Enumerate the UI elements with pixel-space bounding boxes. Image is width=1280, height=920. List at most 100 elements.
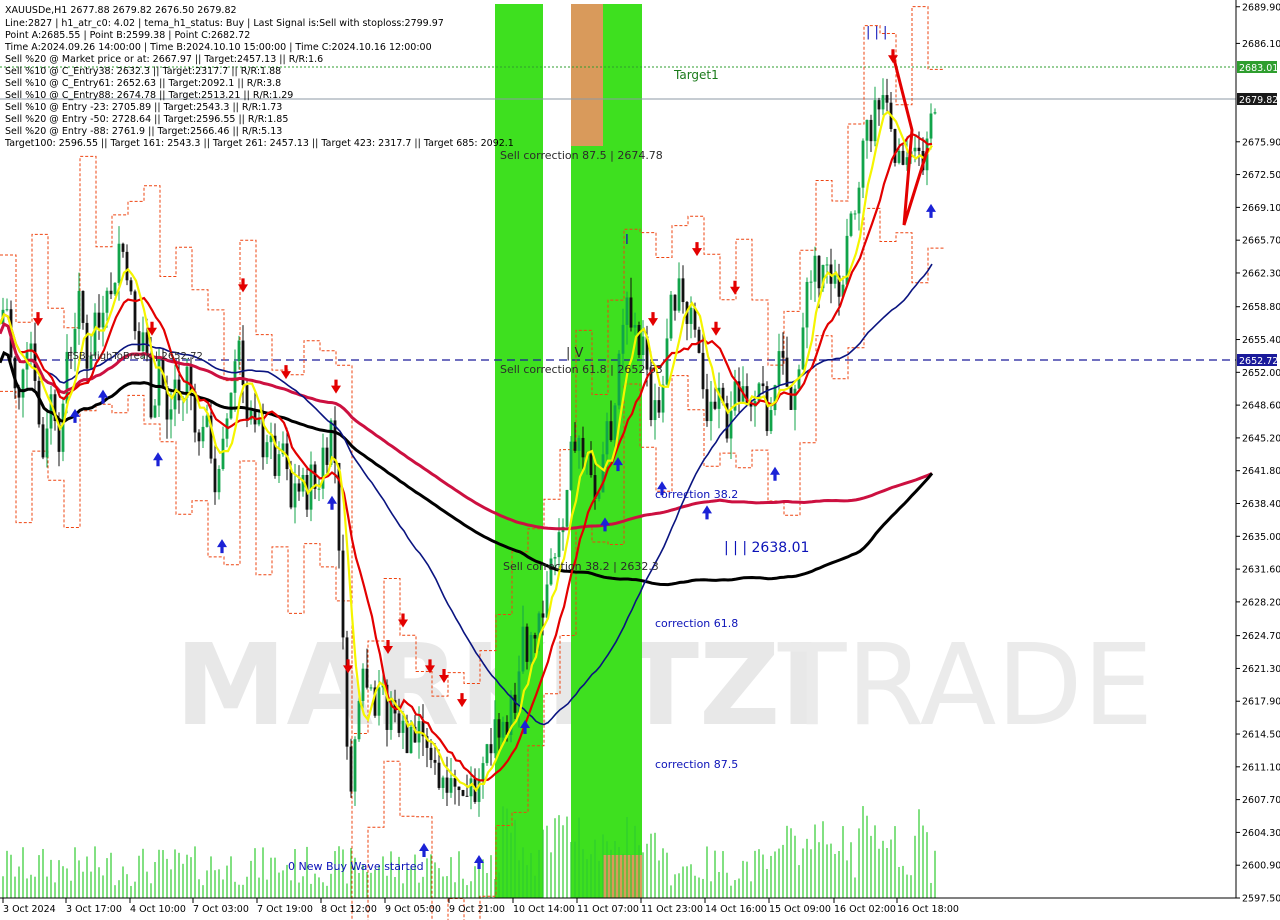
candle-body (849, 213, 853, 236)
candle-body (933, 112, 937, 114)
candle-body (929, 113, 933, 139)
candle-body (629, 297, 633, 328)
candle-body (461, 790, 465, 796)
candle-body (117, 243, 121, 283)
candle-body (769, 410, 773, 432)
candle-body (133, 291, 137, 332)
candle-body (457, 786, 461, 791)
info-line-8: Sell %10 @ C_Entry88: 2674.78 || Target:… (5, 90, 293, 101)
x-tick-label: 14 Oct 16:00 (705, 904, 767, 915)
candle-body (157, 356, 161, 406)
candle-body (901, 150, 905, 165)
fsb-label: FSB-HighToBreak | 2652.72 (67, 351, 203, 362)
candle-body (277, 454, 281, 476)
buy-arrow-icon (327, 495, 337, 510)
candle-body (93, 312, 97, 356)
y-tick-label: 2635.00 (1242, 532, 1280, 543)
y-tick-label: 2631.60 (1242, 565, 1280, 576)
candle-body (153, 405, 157, 418)
candle-body (169, 409, 173, 420)
correction-618-label: correction 61.8 (655, 617, 738, 630)
watermark-trade: TRADE (777, 621, 1153, 751)
candle-body (109, 290, 113, 295)
candle-body (653, 400, 657, 421)
candle-body (441, 777, 445, 788)
candle-body (641, 336, 645, 356)
x-tick-label: 11 Oct 07:00 (577, 904, 639, 915)
candle-body (105, 290, 109, 313)
target1-label: Target1 (673, 68, 719, 82)
candle-body (325, 447, 329, 465)
candle-body (233, 361, 237, 393)
candle-body (213, 458, 217, 493)
candle-body (865, 119, 869, 141)
orange-zone-top (571, 4, 603, 146)
sell-correction-875-label: Sell correction 87.5 | 2674.78 (500, 149, 663, 162)
candle-body (573, 441, 577, 451)
candle-body (465, 795, 469, 797)
y-tick-label: 2665.70 (1242, 236, 1280, 247)
candle-body (341, 550, 345, 638)
y-tick-label: 2669.10 (1242, 203, 1280, 214)
candle-body (617, 353, 621, 406)
candle-body (701, 352, 705, 390)
x-tick-label: 7 Oct 03:00 (193, 904, 249, 915)
candle-body (113, 282, 117, 295)
top-wave-marker: | | | (866, 25, 887, 40)
candle-body (365, 668, 369, 688)
y-tick-label: 2672.50 (1242, 170, 1280, 181)
candle-body (657, 400, 661, 413)
candle-body (493, 719, 497, 754)
y-tick-label: 2686.10 (1242, 39, 1280, 50)
candle-body (913, 147, 917, 152)
candle-body (201, 426, 205, 442)
candle-body (669, 294, 673, 339)
candle-body (433, 759, 437, 763)
y-tick-label: 2638.40 (1242, 499, 1280, 510)
x-axis: 3 Oct 2024 3 Oct 17:00 4 Oct 10:00 7 Oct 03… (2, 898, 959, 915)
candle-body (297, 483, 301, 492)
y-tick-label: 2652.00 (1242, 368, 1280, 379)
candle-body (469, 778, 473, 797)
chart-canvas[interactable]: MARKETZI TRADE Target1 Sell correction 8… (0, 0, 1280, 920)
correction-875-label: correction 87.5 (655, 758, 738, 771)
candle-body (581, 437, 585, 458)
info-line-10: Sell %20 @ Entry -50: 2728.64 || Target:… (5, 114, 288, 125)
candle-body (709, 401, 713, 422)
y-tick-label: 2662.30 (1242, 268, 1280, 279)
candle-body (885, 95, 889, 103)
candle-body (501, 721, 505, 738)
candle-body (529, 635, 533, 662)
buy-arrow-icon (419, 842, 429, 857)
candle-body (21, 369, 25, 398)
x-tick-label: 3 Oct 2024 (3, 904, 56, 915)
candle-body (673, 294, 677, 311)
fsb-price-tag-text: 2652.72 (1239, 356, 1278, 367)
candle-body (681, 278, 685, 303)
sell-arrow-icon (730, 280, 740, 295)
info-line-11: Sell %20 @ Entry -88: 2761.9 || Target:2… (5, 126, 282, 137)
x-tick-label: 10 Oct 14:00 (513, 904, 575, 915)
current-price-tag-text: 2679.82 (1239, 95, 1278, 106)
candle-body (125, 251, 129, 281)
sell-correction-618-label: Sell correction 61.8 | 2652.63 (500, 363, 663, 376)
candle-body (397, 713, 401, 733)
info-line-2: Line:2827 | h1_atr_c0: 4.02 | tema_h1_st… (5, 18, 444, 29)
candle-body (485, 744, 489, 764)
sell-arrow-icon (331, 379, 341, 394)
candle-body (613, 405, 617, 441)
target1-price-tag-text: 2683.01 (1239, 63, 1278, 74)
dashed-channel-lower (0, 207, 944, 920)
y-axis: 2689.90 2686.10 2675.90 2672.50 2669.10 2665.… (1236, 2, 1280, 905)
candle-body (497, 719, 501, 738)
y-tick-label: 2689.90 (1242, 2, 1280, 13)
x-tick-label: 16 Oct 18:00 (897, 904, 959, 915)
candle-body (345, 637, 349, 747)
candle-body (245, 385, 249, 420)
candle-body (853, 213, 857, 215)
candle-body (141, 332, 145, 352)
candle-body (705, 389, 709, 422)
candle-body (813, 255, 817, 282)
candle-body (453, 778, 457, 787)
buy-arrow-icon (926, 203, 936, 218)
